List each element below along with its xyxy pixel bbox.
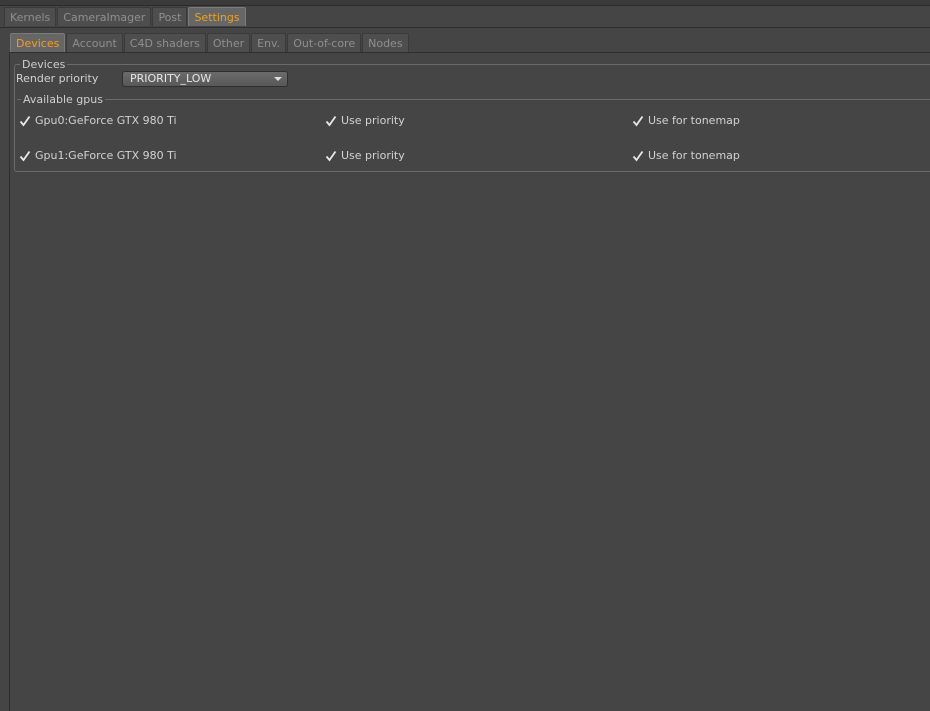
- gpu1-use-priority-label: Use priority: [341, 149, 405, 162]
- gpu0-use-priority-label: Use priority: [341, 114, 405, 127]
- gpu0-use-for-tonemap-checkbox[interactable]: Use for tonemap: [632, 114, 740, 128]
- tab-c4d-shaders[interactable]: C4D shaders: [123, 33, 206, 52]
- main-tab-divider: [0, 27, 930, 28]
- tab-nodes[interactable]: Nodes: [362, 33, 409, 52]
- checkmark-icon: [325, 150, 337, 162]
- chevron-down-icon: [274, 77, 282, 81]
- gpu1-name: Gpu1:GeForce GTX 980 Ti: [35, 149, 177, 162]
- render-priority-value: PRIORITY_LOW: [130, 72, 212, 85]
- tab-other[interactable]: Other: [206, 33, 251, 52]
- tab-settings[interactable]: Settings: [188, 7, 246, 26]
- gpu0-use-priority-checkbox[interactable]: Use priority: [325, 114, 405, 128]
- main-tab-bar: Kernels CameraImager Post Settings: [4, 7, 247, 26]
- gpu1-use-for-tonemap-label: Use for tonemap: [648, 149, 740, 162]
- tab-kernels[interactable]: Kernels: [4, 7, 57, 26]
- tab-out-of-core[interactable]: Out-of-core: [287, 33, 362, 52]
- render-priority-dropdown[interactable]: PRIORITY_LOW: [122, 71, 288, 87]
- available-gpus-title: Available gpus: [21, 93, 105, 106]
- render-priority-label: Render priority: [16, 72, 99, 85]
- settings-tab-bar: Devices Account C4D shaders Other Env. O…: [10, 33, 410, 52]
- gpu0-enable-checkbox[interactable]: Gpu0:GeForce GTX 980 Ti: [19, 114, 177, 128]
- tab-devices[interactable]: Devices: [10, 33, 66, 52]
- checkmark-icon: [632, 150, 644, 162]
- tab-cameraimager[interactable]: CameraImager: [57, 7, 152, 26]
- gpu0-use-for-tonemap-label: Use for tonemap: [648, 114, 740, 127]
- gpu1-use-for-tonemap-checkbox[interactable]: Use for tonemap: [632, 149, 740, 163]
- available-gpus-group: [17, 99, 930, 100]
- gpu1-use-priority-checkbox[interactable]: Use priority: [325, 149, 405, 163]
- tab-post[interactable]: Post: [152, 7, 188, 26]
- window-top-strip: [0, 0, 930, 6]
- tab-env[interactable]: Env.: [251, 33, 287, 52]
- tab-account[interactable]: Account: [66, 33, 123, 52]
- gpu1-enable-checkbox[interactable]: Gpu1:GeForce GTX 980 Ti: [19, 149, 177, 163]
- checkmark-icon: [19, 150, 31, 162]
- devices-group-title: Devices: [20, 58, 68, 71]
- checkmark-icon: [19, 115, 31, 127]
- gpu0-name: Gpu0:GeForce GTX 980 Ti: [35, 114, 177, 127]
- checkmark-icon: [325, 115, 337, 127]
- checkmark-icon: [632, 115, 644, 127]
